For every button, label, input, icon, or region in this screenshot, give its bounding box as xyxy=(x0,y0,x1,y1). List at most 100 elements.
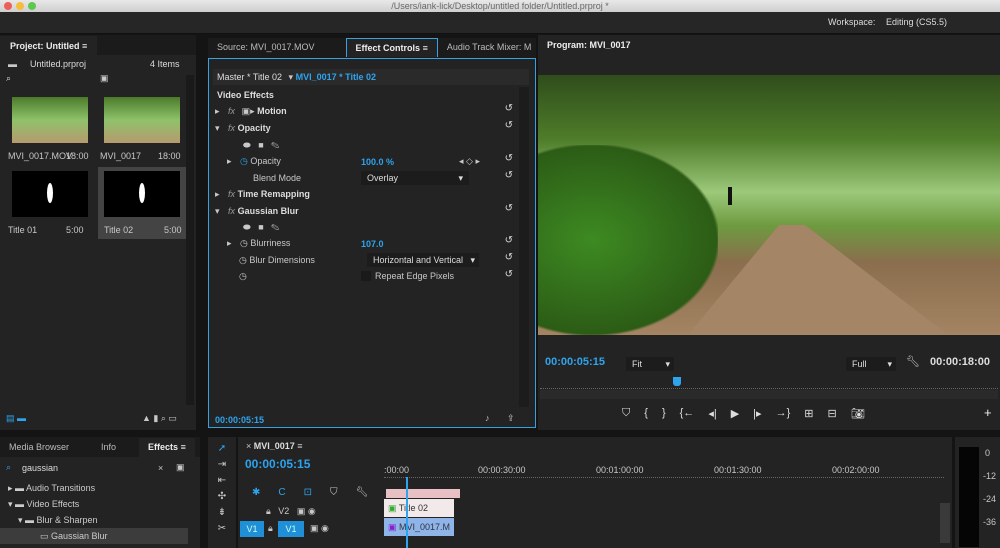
export-icon[interactable]: ⇪ xyxy=(507,413,515,424)
add-button[interactable]: + xyxy=(984,405,992,420)
ripple-edit-tool-icon[interactable]: ⇤ xyxy=(208,473,236,489)
minimize-window-button[interactable] xyxy=(16,2,24,10)
play-icon[interactable]: ▶ xyxy=(731,407,739,420)
tree-item-gaussian-blur[interactable]: ▭ Gaussian Blur xyxy=(0,528,188,544)
clear-search-icon[interactable]: × xyxy=(158,463,163,473)
scrollbar[interactable] xyxy=(519,87,529,407)
reset-icon[interactable]: ↺ xyxy=(505,170,513,181)
wrench-icon[interactable]: 🔧︎ xyxy=(906,355,920,368)
scrollbar[interactable] xyxy=(940,503,950,543)
new-bin-icon[interactable]: ▣ xyxy=(176,462,185,473)
zoom-scrollbar[interactable] xyxy=(540,390,998,399)
snap-icon[interactable]: ✱ xyxy=(252,487,260,498)
rolling-edit-tool-icon[interactable]: ✣ xyxy=(208,489,236,505)
stopwatch-icon[interactable]: ◷ xyxy=(239,271,247,282)
track-output-icon[interactable]: ▣ ◉ xyxy=(310,523,329,534)
opacity-value[interactable]: 100.0 % xyxy=(361,157,394,167)
effect-opacity[interactable]: ▾ fx Opacity xyxy=(215,120,535,136)
audio-meter: 0 -12 -24 -36 xyxy=(955,437,1000,548)
razor-tool-icon[interactable]: ✂ xyxy=(208,521,236,537)
clip-mvi-0017[interactable]: ▣ MVI_0017.M xyxy=(384,518,454,536)
marker-icon[interactable]: ⛉ xyxy=(330,487,338,498)
playhead[interactable] xyxy=(672,377,681,386)
clip-title-02[interactable]: ▣ Title 02 xyxy=(384,499,454,517)
project-item[interactable]: MVI_0017 18:00 xyxy=(100,93,184,165)
tab-effect-controls[interactable]: Effect Controls ≡ xyxy=(345,38,438,57)
effect-gaussian-blur[interactable]: ▾ fx Gaussian Blur xyxy=(215,203,535,219)
quality-select[interactable]: Full ▾ xyxy=(846,357,896,371)
video-thumbnail xyxy=(12,97,88,143)
list-view-icon[interactable]: ▤ ▬ xyxy=(6,413,26,424)
go-to-out-icon[interactable]: →} xyxy=(776,407,791,420)
effect-time-remapping[interactable]: ▸ fx Time Remapping xyxy=(215,186,535,202)
add-marker-icon[interactable]: ⛉ xyxy=(622,407,630,420)
tab-project[interactable]: Project: Untitled ≡ xyxy=(0,36,98,55)
timeline-playhead[interactable] xyxy=(406,477,408,548)
effect-motion[interactable]: ▸ fx ▣▸ Motion xyxy=(215,103,535,119)
reset-icon[interactable]: ↺ xyxy=(505,235,513,246)
timeline-ruler[interactable]: :00:00 00:00:30:00 00:01:00:00 00:01:30:… xyxy=(384,455,950,481)
blend-mode-select[interactable]: Overlay ▾ xyxy=(361,171,469,185)
tab-timeline[interactable]: × MVI_0017 ≡ xyxy=(246,437,303,455)
reset-icon[interactable]: ↺ xyxy=(505,252,513,263)
tab-audio-track-mixer[interactable]: Audio Track Mixer: M xyxy=(438,38,541,57)
repeat-edge-checkbox[interactable] xyxy=(361,271,371,281)
tab-source[interactable]: Source: MVI_0017.MOV xyxy=(208,38,324,57)
project-item[interactable]: Title 01 5:00 xyxy=(8,169,92,239)
search-icon[interactable]: ⌕ xyxy=(6,73,11,84)
work-area-bar[interactable] xyxy=(386,489,460,498)
lock-icon[interactable]: 🔒︎ xyxy=(268,523,273,534)
project-item[interactable]: MVI_0017.MOV 18:00 xyxy=(8,93,92,165)
new-bin-icon[interactable]: ▣ xyxy=(100,73,109,84)
reset-icon[interactable]: ↺ xyxy=(505,203,513,214)
zoom-slider[interactable]: ▲ ▮ ⌕ ▭ xyxy=(142,413,177,424)
rate-stretch-tool-icon[interactable]: ⇟ xyxy=(208,505,236,521)
program-ruler[interactable] xyxy=(540,381,998,389)
lift-icon[interactable]: ⊞ xyxy=(804,407,813,420)
blur-dimensions-select[interactable]: Horizontal and Vertical ▾ xyxy=(367,253,479,267)
reset-icon[interactable]: ↺ xyxy=(505,103,513,114)
tree-item-video-effects[interactable]: ▾ ▬ Video Effects xyxy=(8,496,79,512)
reset-icon[interactable]: ↺ xyxy=(505,120,513,131)
tab-info[interactable]: Info xyxy=(92,438,125,457)
linked-selection-icon[interactable]: C xyxy=(278,487,285,498)
tab-effects[interactable]: Effects ≡ xyxy=(139,438,195,457)
effects-search-input[interactable]: gaussian xyxy=(22,463,170,473)
add-marker-icon[interactable]: ⊡ xyxy=(304,487,312,498)
search-icon: ⌕ xyxy=(6,462,12,472)
step-forward-icon[interactable]: |▸ xyxy=(753,407,761,420)
mark-in-icon[interactable]: { xyxy=(644,407,648,420)
close-window-button[interactable] xyxy=(4,2,12,10)
tree-item-blur-sharpen[interactable]: ▾ ▬ Blur & Sharpen xyxy=(18,512,98,528)
zoom-window-button[interactable] xyxy=(28,2,36,10)
stopwatch-icon[interactable]: ◷ xyxy=(240,156,248,166)
project-panel: Project: Untitled ≡ ▬ Untitled.prproj 4 … xyxy=(0,35,196,430)
fit-select[interactable]: Fit ▾ xyxy=(626,357,674,371)
workspace-select[interactable]: Editing (CS5.5) xyxy=(886,17,947,27)
track-select-tool-icon[interactable]: ⇥ xyxy=(208,457,236,473)
extract-icon[interactable]: ⊟ xyxy=(827,407,836,420)
mark-out-icon[interactable]: } xyxy=(662,407,666,420)
export-frame-icon[interactable]: 📷︎ xyxy=(851,407,865,420)
stopwatch-icon[interactable]: ◷ xyxy=(240,238,248,248)
chevron-down-icon[interactable]: ▾ xyxy=(289,72,294,82)
reset-icon[interactable]: ↺ xyxy=(505,153,513,164)
step-back-icon[interactable]: ◂| xyxy=(708,407,716,420)
source-patch-v1[interactable]: V1 xyxy=(240,521,264,537)
tab-media-browser[interactable]: Media Browser xyxy=(0,438,78,457)
blurriness-value[interactable]: 107.0 xyxy=(361,239,384,249)
tree-item-audio-transitions[interactable]: ▸ ▬ Audio Transitions xyxy=(8,480,95,496)
stopwatch-icon[interactable]: ◷ xyxy=(239,255,247,265)
mask-tools[interactable]: ⬬ ■ ✎ xyxy=(243,137,535,153)
keyframe-nav[interactable]: ◂ ◇ ▸ xyxy=(459,156,480,167)
selection-tool-icon[interactable]: ➚ xyxy=(208,441,236,457)
scrollbar[interactable] xyxy=(186,75,194,405)
go-to-in-icon[interactable]: {← xyxy=(680,407,695,420)
reset-icon[interactable]: ↺ xyxy=(505,269,513,280)
track-target-v1[interactable]: V1 xyxy=(278,521,304,537)
tab-program[interactable]: Program: MVI_0017 xyxy=(538,36,640,55)
audio-icon[interactable]: ♪ xyxy=(485,413,490,423)
project-item-selected[interactable]: Title 02 5:00 xyxy=(98,167,188,239)
mask-tools[interactable]: ⬬ ■ ✎ xyxy=(243,219,535,235)
wrench-icon[interactable]: 🔧︎ xyxy=(356,487,369,498)
